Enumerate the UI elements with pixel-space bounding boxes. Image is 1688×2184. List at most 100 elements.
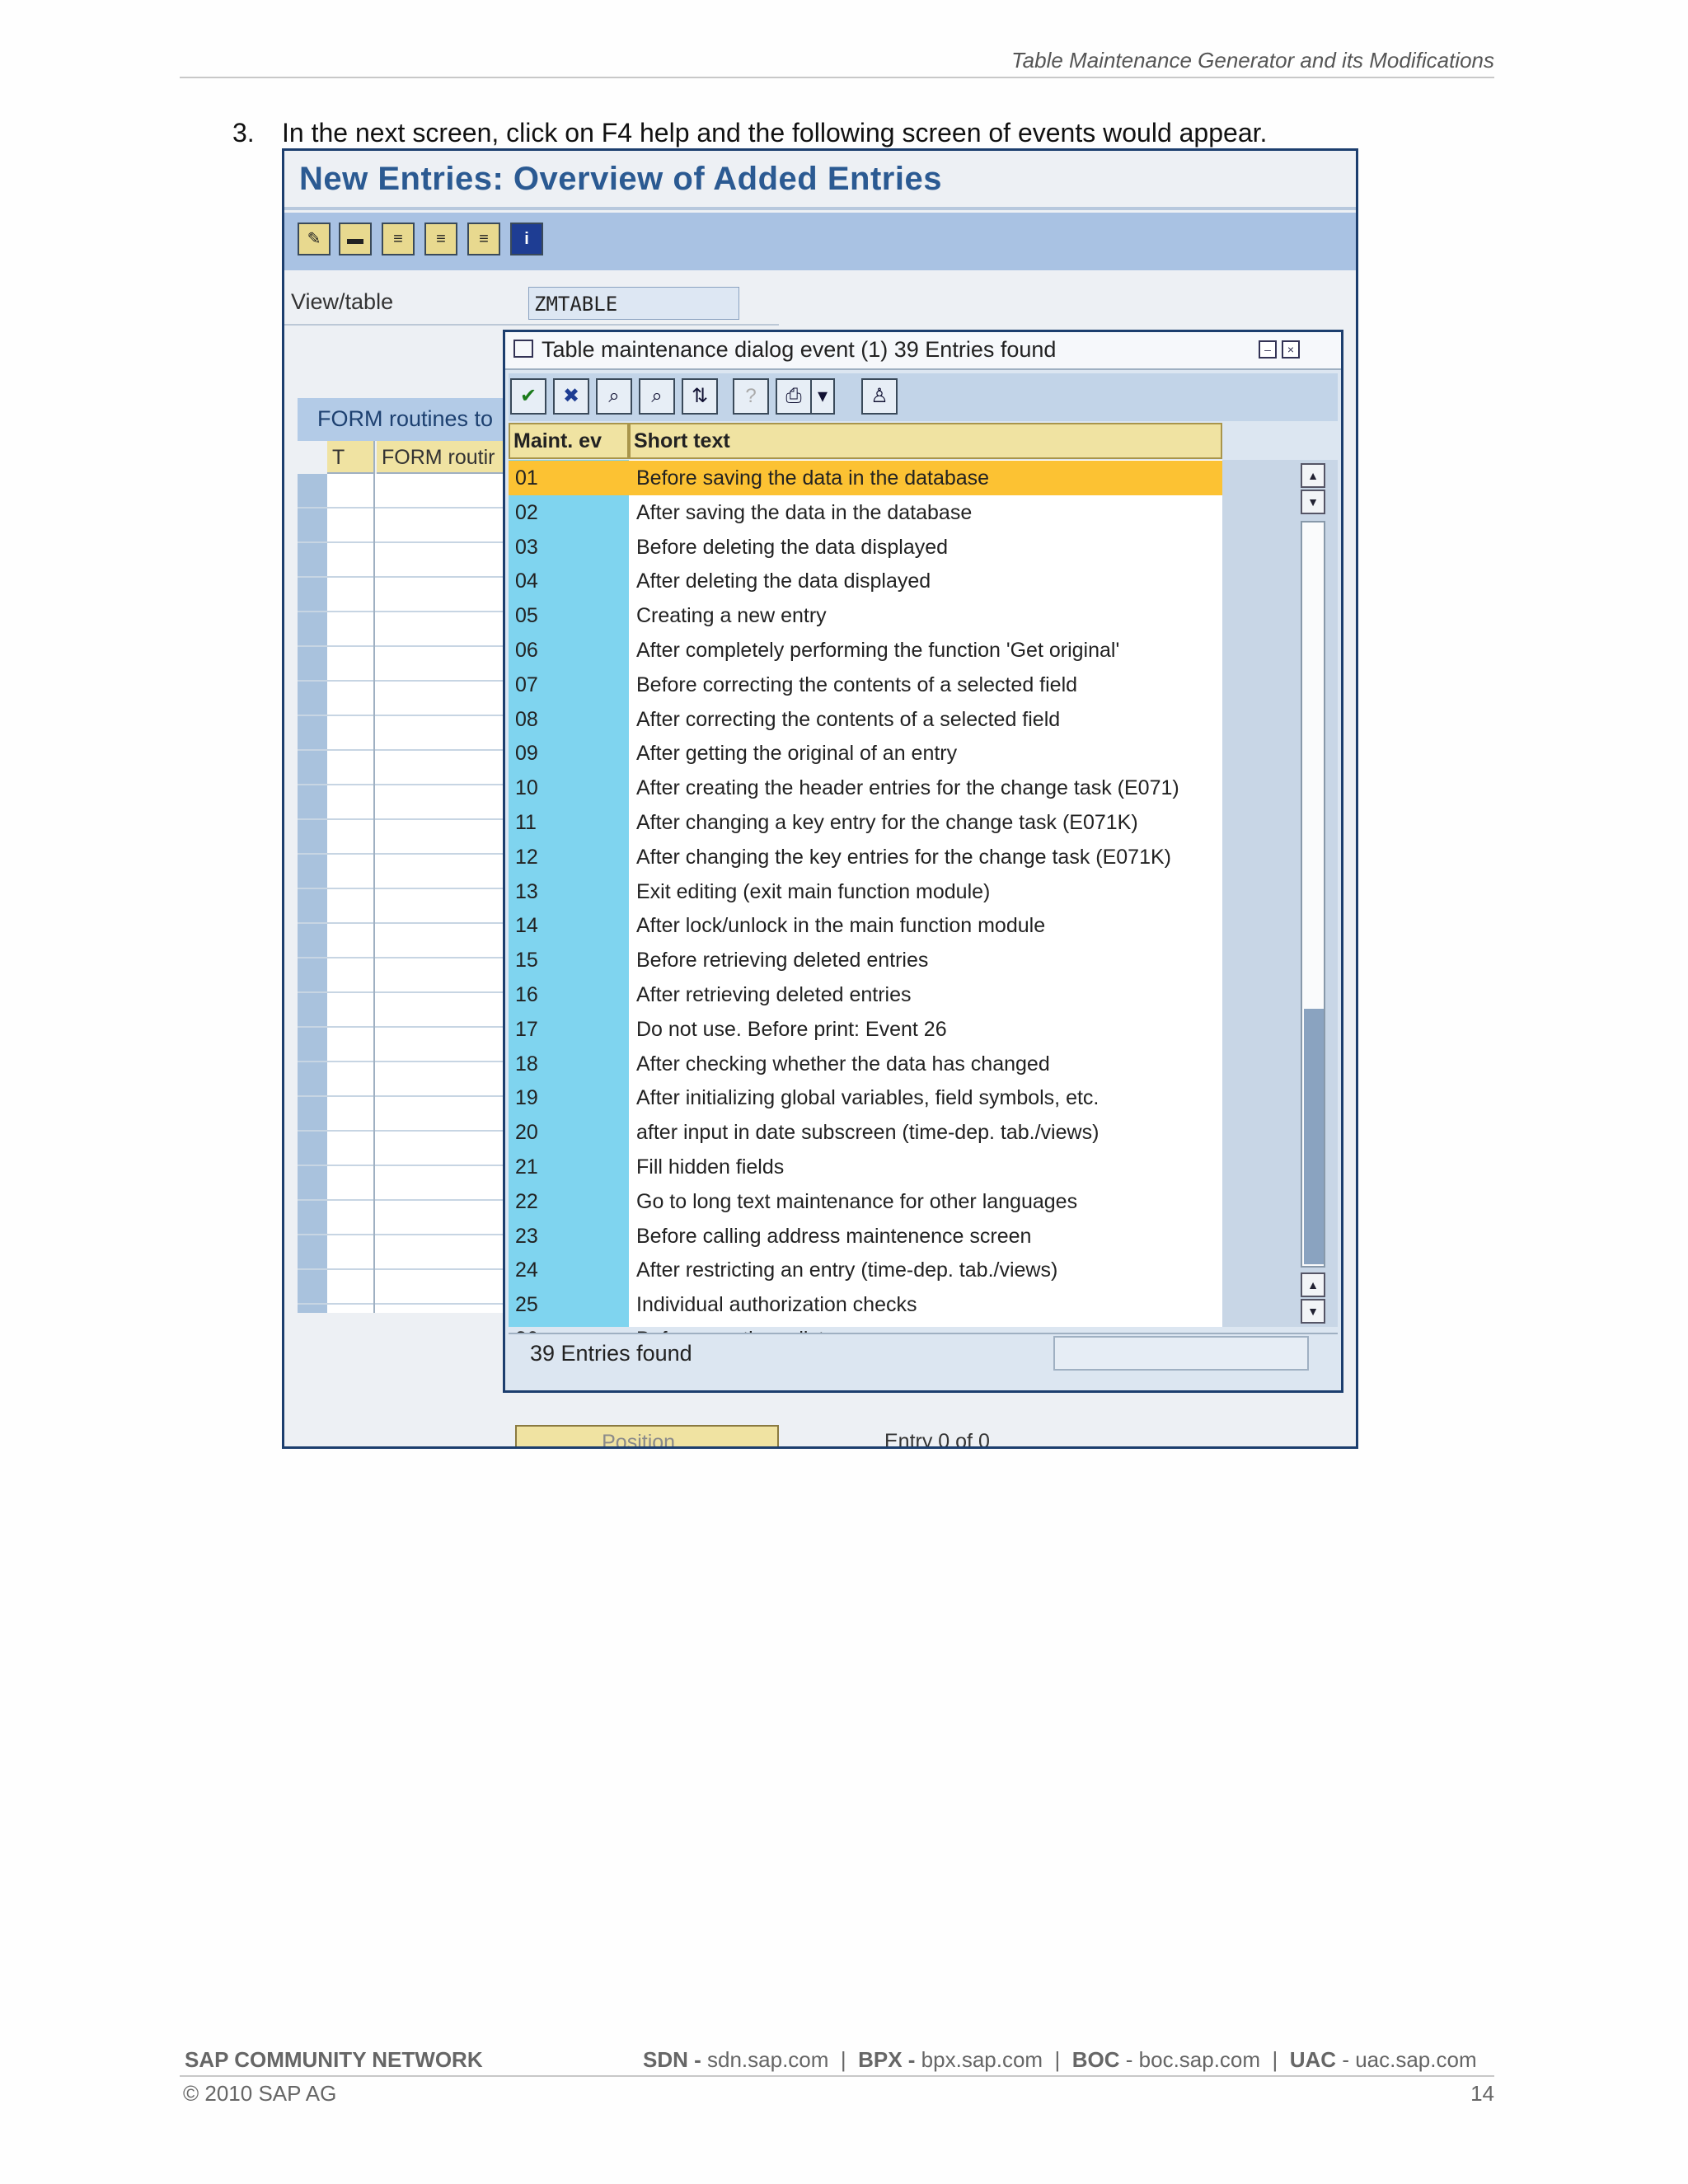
event-row[interactable]: 11 After changing a key entry for the cha… bbox=[509, 805, 1222, 840]
event-row[interactable]: 04 After deleting the data displayed bbox=[509, 564, 1222, 598]
event-row[interactable]: 02 After saving the data in the database bbox=[509, 495, 1222, 530]
column-header-event[interactable]: Maint. ev bbox=[509, 423, 629, 459]
event-row[interactable]: 01 Before saving the data in the database bbox=[509, 461, 1222, 495]
grid-divider bbox=[373, 441, 375, 1313]
event-code: 03 bbox=[515, 535, 538, 559]
boc-link[interactable]: - boc.sap.com bbox=[1126, 2047, 1260, 2072]
sdn-link[interactable]: sdn.sap.com bbox=[707, 2047, 828, 2072]
page-down-icon[interactable]: ▼ bbox=[1301, 1299, 1325, 1324]
bpx-link[interactable]: bpx.sap.com bbox=[921, 2047, 1043, 2072]
event-code: 22 bbox=[515, 1189, 538, 1213]
form-routines-title: FORM routines to bbox=[317, 406, 494, 431]
event-row[interactable]: 03 Before deleting the data displayed bbox=[509, 530, 1222, 565]
screen-title: New Entries: Overview of Added Entries bbox=[299, 161, 942, 197]
event-description: Do not use. Before print: Event 26 bbox=[636, 1017, 947, 1041]
check-icon[interactable]: ✔ bbox=[510, 378, 546, 415]
event-description: Creating a new entry bbox=[636, 604, 827, 628]
help-icon[interactable]: ? bbox=[733, 378, 769, 415]
event-row[interactable]: 16 After retrieving deleted entries bbox=[509, 977, 1222, 1012]
header-divider bbox=[180, 77, 1494, 78]
viewtable-field[interactable]: ZMTABLE bbox=[528, 287, 739, 320]
status-field bbox=[1053, 1336, 1309, 1371]
event-row[interactable]: 25 Individual authorization checks bbox=[509, 1287, 1222, 1322]
personalize-icon[interactable]: ♙ bbox=[861, 378, 898, 415]
event-code: 09 bbox=[515, 742, 538, 766]
minimize-icon[interactable]: – bbox=[1259, 340, 1277, 359]
close-icon[interactable]: × bbox=[1282, 340, 1300, 359]
event-row[interactable]: 07 Before correcting the contents of a se… bbox=[509, 668, 1222, 702]
event-row[interactable]: 13 Exit editing (exit main function modul… bbox=[509, 874, 1222, 909]
scroll-up-icon[interactable]: ▲ bbox=[1301, 463, 1325, 488]
event-code: 07 bbox=[515, 673, 538, 696]
event-code: 25 bbox=[515, 1293, 538, 1317]
event-description: After saving the data in the database bbox=[636, 500, 973, 524]
event-code: 20 bbox=[515, 1121, 538, 1145]
event-code: 08 bbox=[515, 707, 538, 731]
position-button[interactable]: Position... bbox=[515, 1425, 779, 1446]
title-divider bbox=[284, 207, 1356, 210]
event-row[interactable]: 21 Fill hidden fields bbox=[509, 1150, 1222, 1184]
event-description: Go to long text maintenance for other la… bbox=[636, 1189, 1078, 1213]
event-row[interactable]: 12 After changing the key entries for the… bbox=[509, 840, 1222, 874]
event-description: After creating the header entries for th… bbox=[636, 776, 1179, 800]
dialog-title: Table maintenance dialog event (1) 39 En… bbox=[542, 337, 1057, 362]
scroll-thumb[interactable] bbox=[1304, 1009, 1324, 1264]
sap-screenshot: New Entries: Overview of Added Entries ✎… bbox=[282, 148, 1358, 1449]
scroll-down-icon[interactable]: ▼ bbox=[1301, 490, 1325, 514]
event-row[interactable]: 19 After initializing global variables, f… bbox=[509, 1080, 1222, 1115]
save-icon[interactable]: ▬ bbox=[339, 223, 372, 255]
cancel-icon[interactable]: ✖ bbox=[553, 378, 589, 415]
step-text: In the next screen, click on F4 help and… bbox=[282, 118, 1268, 148]
print-icon[interactable]: ⎙ bbox=[776, 378, 812, 415]
document-next-icon[interactable]: ≡ bbox=[424, 223, 457, 255]
footer-links: SDN - sdn.sap.com | BPX - bpx.sap.com | … bbox=[643, 2047, 1477, 2073]
event-row[interactable]: 24 After restricting an entry (time-dep. … bbox=[509, 1253, 1222, 1287]
event-description: After getting the original of an entry bbox=[636, 742, 958, 766]
event-row[interactable]: 10 After creating the header entries for … bbox=[509, 771, 1222, 805]
column-header-t[interactable]: T bbox=[327, 441, 375, 474]
event-description: After changing the key entries for the c… bbox=[636, 845, 1171, 869]
separator: | bbox=[840, 2047, 846, 2072]
page-up-icon[interactable]: ▲ bbox=[1301, 1272, 1325, 1297]
scroll-track[interactable] bbox=[1301, 521, 1325, 1268]
info-icon[interactable]: i bbox=[510, 223, 543, 255]
event-row[interactable]: 06 After completely performing the functi… bbox=[509, 633, 1222, 668]
event-description: after input in date subscreen (time-dep.… bbox=[636, 1121, 1100, 1145]
event-row[interactable]: 22 Go to long text maintenance for other … bbox=[509, 1184, 1222, 1219]
settings-icon[interactable]: ▾ bbox=[810, 378, 835, 415]
footer-divider bbox=[180, 2075, 1494, 2077]
vertical-scrollbar[interactable]: ▲ ▼ ▲ ▼ bbox=[1301, 460, 1327, 1327]
row-selector-column[interactable] bbox=[298, 474, 327, 1313]
event-description: Exit editing (exit main function module) bbox=[636, 879, 991, 903]
event-description: After initializing global variables, fie… bbox=[636, 1086, 1100, 1110]
uac-link[interactable]: - uac.sap.com bbox=[1342, 2047, 1476, 2072]
pencil-icon[interactable]: ✎ bbox=[298, 223, 331, 255]
event-description: Before calling address maintenence scree… bbox=[636, 1224, 1032, 1248]
find-next-icon[interactable]: ⌕ bbox=[639, 378, 675, 415]
column-header-short-text[interactable]: Short text bbox=[629, 423, 1222, 459]
document-icon[interactable]: ≡ bbox=[382, 223, 415, 255]
event-row[interactable]: 15 Before retrieving deleted entries bbox=[509, 943, 1222, 977]
footer-network: SAP COMMUNITY NETWORK bbox=[185, 2047, 483, 2072]
event-row[interactable]: 23 Before calling address maintenence scr… bbox=[509, 1219, 1222, 1254]
event-row[interactable]: 20 after input in date subscreen (time-de… bbox=[509, 1115, 1222, 1150]
copyright: © 2010 SAP AG bbox=[183, 2081, 337, 2106]
event-code: 04 bbox=[515, 569, 538, 593]
event-row[interactable]: 17 Do not use. Before print: Event 26 bbox=[509, 1012, 1222, 1047]
sort-icon[interactable]: ⇅ bbox=[682, 378, 718, 415]
event-row[interactable]: 18 After checking whether the data has ch… bbox=[509, 1047, 1222, 1081]
status-entries-found: 39 Entries found bbox=[530, 1341, 692, 1366]
event-row[interactable]: 08 After correcting the contents of a sel… bbox=[509, 702, 1222, 737]
document-prev-icon[interactable]: ≡ bbox=[467, 223, 500, 255]
event-description: Before saving the data in the database bbox=[636, 466, 990, 490]
event-description: After retrieving deleted entries bbox=[636, 983, 912, 1006]
event-description: After completely performing the function… bbox=[636, 639, 1120, 662]
event-row[interactable]: 05 Creating a new entry bbox=[509, 598, 1222, 633]
event-code: 02 bbox=[515, 500, 538, 524]
event-row[interactable]: 14 After lock/unlock in the main function… bbox=[509, 908, 1222, 943]
event-code: 11 bbox=[515, 811, 537, 834]
find-icon[interactable]: ⌕ bbox=[596, 378, 632, 415]
event-row[interactable]: 09 After getting the original of an entry bbox=[509, 736, 1222, 771]
step-instruction: 3. In the next screen, click on F4 help a… bbox=[232, 118, 1267, 148]
event-description: Before retrieving deleted entries bbox=[636, 949, 929, 972]
